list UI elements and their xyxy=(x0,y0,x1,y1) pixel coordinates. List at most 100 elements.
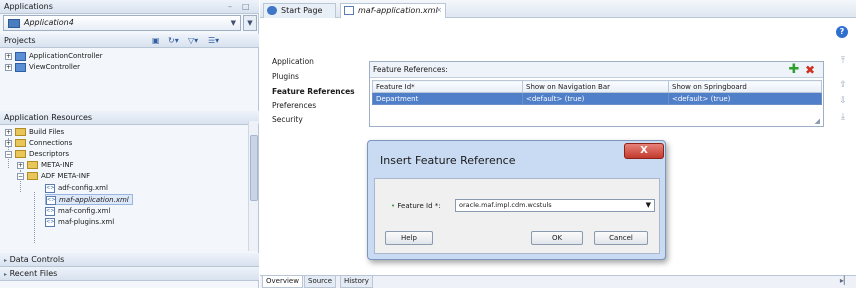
project-icon xyxy=(15,51,26,61)
nav-preferences[interactable]: Preferences xyxy=(272,100,316,111)
feature-references-table: Feature Id* Show on Navigation Bar Show … xyxy=(372,80,822,105)
xml-file-icon: <> xyxy=(46,195,56,205)
feature-references-table-panel: Feature References: ✚ ✖ Feature Id* Show… xyxy=(369,61,824,127)
editor-tab-strip: Start Page maf-application.xml × xyxy=(260,0,856,18)
restore-icon[interactable]: □ xyxy=(242,0,250,14)
close-tab-icon[interactable]: × xyxy=(436,4,442,17)
expand-icon[interactable]: + xyxy=(5,128,12,136)
help-button[interactable]: Help xyxy=(385,231,433,245)
folder-open-icon xyxy=(15,150,26,158)
ok-button[interactable]: OK xyxy=(531,231,583,245)
tab-start-page[interactable]: Start Page xyxy=(263,3,336,18)
tree-item-descriptors[interactable]: − Descriptors xyxy=(5,149,69,160)
feature-id-label: • Feature Id *: xyxy=(391,202,441,210)
recent-files-header[interactable]: ▸ Recent Files xyxy=(0,267,259,281)
resize-grip-icon[interactable]: ◢ xyxy=(815,117,820,125)
tree-item-file[interactable]: <> maf-config.xml xyxy=(45,206,110,217)
move-down-icon[interactable]: ⇩ xyxy=(838,96,848,106)
column-header[interactable]: Show on Navigation Bar xyxy=(522,80,669,93)
folder-icon xyxy=(27,161,38,169)
applications-title: Applications xyxy=(4,2,53,11)
required-indicator-icon: • xyxy=(391,202,396,210)
tree-item-file-selected[interactable]: <> maf-application.xml xyxy=(45,194,133,205)
chevron-right-icon: ▸ xyxy=(4,257,8,264)
application-resources-header[interactable]: Application Resources xyxy=(0,111,259,125)
nav-plugins[interactable]: Plugins xyxy=(272,71,299,82)
folder-icon xyxy=(15,128,26,136)
minimize-icon[interactable]: – xyxy=(228,0,232,14)
application-selector-value: Application4 xyxy=(24,18,74,27)
expand-icon[interactable]: + xyxy=(17,161,24,169)
folder-icon xyxy=(15,139,26,147)
expand-icon[interactable]: + xyxy=(5,139,12,147)
dialog-body: • Feature Id *: oracle.maf.impl.cdm.wcst… xyxy=(374,178,660,254)
tree-connector xyxy=(34,192,35,243)
resources-scrollbar[interactable] xyxy=(248,121,258,251)
application-selector[interactable]: Application4 ▼ xyxy=(3,15,241,31)
tree-item-project[interactable]: + ApplicationController xyxy=(5,51,103,62)
feature-references-title: Feature References: xyxy=(370,62,823,78)
editor-bottom-tabs: Overview Source History ▸▏ xyxy=(260,275,856,288)
dialog-title: Insert Feature Reference xyxy=(380,154,516,167)
tab-maf-application[interactable]: maf-application.xml × xyxy=(340,3,446,18)
delete-icon[interactable]: ✖ xyxy=(804,64,816,76)
column-header[interactable]: Show on Springboard xyxy=(668,80,822,93)
chevron-down-icon: ▼ xyxy=(645,201,651,209)
scroll-right-icon[interactable]: ▸▏ xyxy=(840,276,850,285)
insert-feature-reference-dialog: Insert Feature Reference X • Feature Id … xyxy=(367,140,666,260)
expand-icon[interactable]: + xyxy=(5,52,12,60)
tree-item-connections[interactable]: + Connections xyxy=(5,138,72,149)
xml-file-icon: <> xyxy=(45,183,55,193)
tab-history[interactable]: History xyxy=(340,276,373,288)
help-icon[interactable]: ? xyxy=(836,26,848,38)
nav-security[interactable]: Security xyxy=(272,114,303,125)
collapse-icon[interactable]: − xyxy=(17,172,24,180)
nav-application[interactable]: Application xyxy=(272,56,314,67)
move-top-icon[interactable]: ⤒ xyxy=(838,56,848,66)
tab-source[interactable]: Source xyxy=(304,276,337,288)
globe-icon xyxy=(267,6,277,15)
xml-file-icon: <> xyxy=(45,217,55,227)
application-resources-title: Application Resources xyxy=(4,113,93,122)
projects-header[interactable]: Projects ▣ ↻▾ ▽▾ ☰▾ xyxy=(0,34,259,48)
filter-icon[interactable]: ▽▾ xyxy=(188,34,198,48)
tree-item-meta-inf[interactable]: + META-INF xyxy=(17,160,74,171)
feature-id-value: oracle.maf.impl.cdm.wcstuls xyxy=(459,201,552,209)
projects-title: Projects xyxy=(4,36,36,45)
tree-item-file[interactable]: <> adf-config.xml xyxy=(45,183,108,194)
refresh-icon[interactable]: ↻▾ xyxy=(168,34,179,48)
expand-icon[interactable]: + xyxy=(5,63,12,71)
move-up-icon[interactable]: ⇧ xyxy=(838,80,848,90)
chevron-down-icon: ▼ xyxy=(230,19,236,27)
application-navigator: Applications – □ Application4 ▼ ▼ Projec… xyxy=(0,0,259,288)
sort-icon[interactable]: ☰▾ xyxy=(208,34,219,48)
project-properties-icon[interactable]: ▣ xyxy=(152,34,160,48)
feature-id-select[interactable]: oracle.maf.impl.cdm.wcstuls ▼ xyxy=(455,199,655,212)
column-header[interactable]: Feature Id* xyxy=(372,80,523,93)
cancel-button[interactable]: Cancel xyxy=(594,231,648,245)
tree-item-adf-meta-inf[interactable]: − ADF META-INF xyxy=(17,171,90,182)
table-row[interactable]: Department <default> (true) <default> (t… xyxy=(372,92,822,105)
add-icon[interactable]: ✚ xyxy=(788,63,800,76)
scrollbar-thumb[interactable] xyxy=(250,135,258,201)
chevron-right-icon: ▸ xyxy=(4,271,8,278)
folder-open-icon xyxy=(27,172,38,180)
xml-file-icon xyxy=(344,6,354,15)
close-button[interactable]: X xyxy=(624,143,664,159)
nav-feature-references[interactable]: Feature References xyxy=(272,86,355,97)
application-menu-button[interactable]: ▼ xyxy=(243,15,257,31)
table-cell[interactable]: <default> (true) xyxy=(668,92,822,105)
tree-item-build-files[interactable]: + Build Files xyxy=(5,127,64,138)
tree-item-project[interactable]: + ViewController xyxy=(5,62,80,73)
tree-item-file[interactable]: <> maf-plugins.xml xyxy=(45,217,114,228)
table-cell[interactable]: <default> (true) xyxy=(522,92,669,105)
application-icon xyxy=(8,19,20,28)
tab-overview[interactable]: Overview xyxy=(262,276,303,288)
move-bottom-icon[interactable]: ⤓ xyxy=(838,112,848,122)
data-controls-header[interactable]: ▸ Data Controls xyxy=(0,253,259,267)
table-cell[interactable]: Department xyxy=(372,92,523,105)
xml-file-icon: <> xyxy=(45,206,55,216)
applications-header: Applications – □ xyxy=(0,0,259,14)
collapse-icon[interactable]: − xyxy=(5,150,12,158)
project-icon xyxy=(15,62,26,72)
